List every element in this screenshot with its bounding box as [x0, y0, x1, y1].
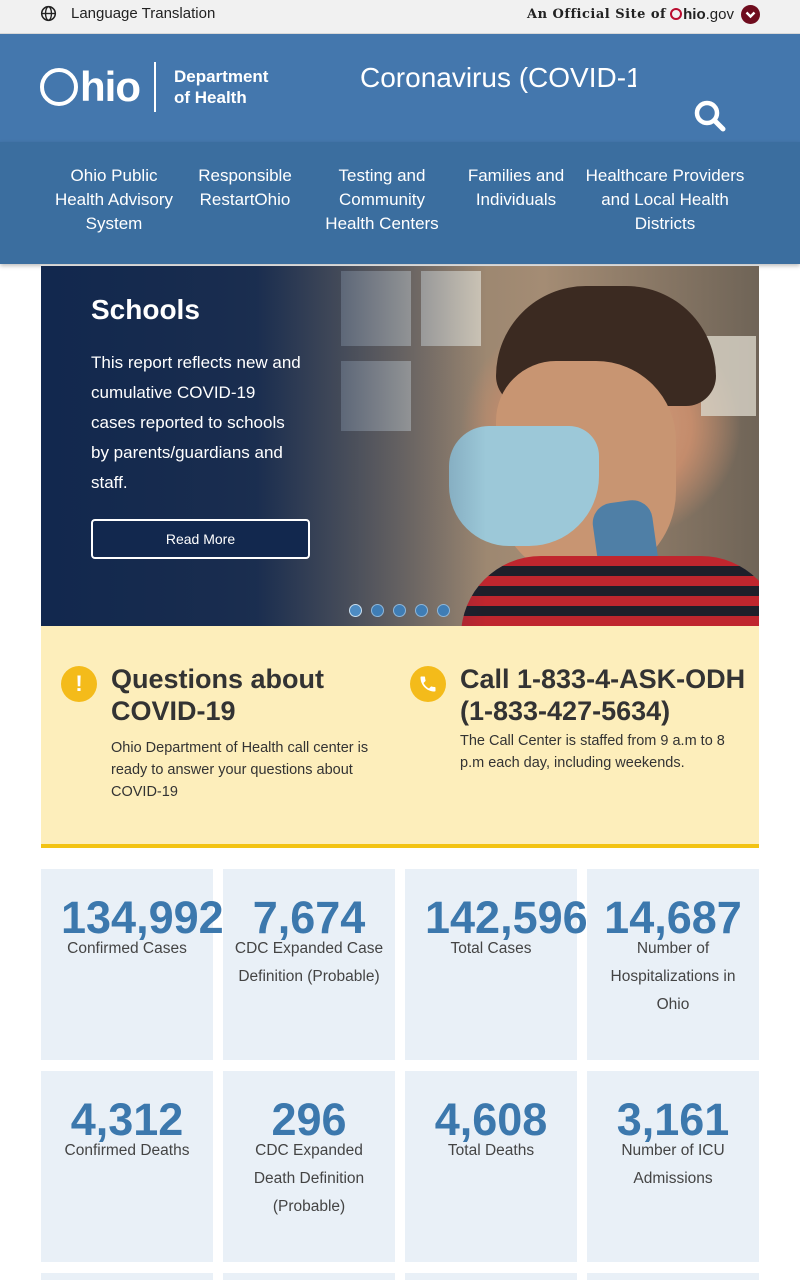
- stat-card-next-row: [405, 1273, 577, 1280]
- official-site-banner[interactable]: An Official Site of hio.gov: [527, 5, 760, 24]
- questions-body: Ohio Department of Health call center is…: [111, 740, 369, 800]
- stat-label: Total Cases: [450, 940, 532, 957]
- nav-item-testing-and-community-health-centers[interactable]: Testing and Community Health Centers: [317, 164, 447, 236]
- questions-title: Questions about COVID-19: [111, 664, 325, 726]
- top-utility-bar: Language Translation An Official Site of…: [0, 0, 800, 34]
- call-center-title[interactable]: Call 1-833-4-ASK-ODH (1-833-427-5634): [460, 663, 750, 727]
- stat-card-confirmed-deaths: 4,312 Confirmed Deaths: [41, 1071, 213, 1262]
- stat-label: Confirmed Deaths: [64, 1142, 190, 1159]
- carousel-dot-2[interactable]: [371, 604, 384, 617]
- department-of-health-wordmark: Department of Health: [173, 67, 269, 107]
- stat-card-total-deaths: 4,608 Total Deaths: [405, 1071, 577, 1262]
- stat-label: CDC Expanded Death Definition (Probable): [253, 1142, 365, 1215]
- stat-card-probable-deaths: 296 CDC Expanded Death Definition (Proba…: [223, 1071, 395, 1262]
- nav-item-families-and-individuals[interactable]: Families and Individuals: [466, 164, 566, 212]
- globe-icon: [40, 5, 57, 22]
- hero-carousel: Schools This report reflects new and cum…: [41, 266, 759, 626]
- stat-card-next-row: [41, 1273, 213, 1280]
- carousel-dot-4[interactable]: [415, 604, 428, 617]
- hero-description: This report reflects new and cumulative …: [91, 353, 301, 492]
- search-input[interactable]: Coronavirus (COVID-19): [360, 62, 636, 98]
- stat-card-icu-admissions: 3,161 Number of ICU Admissions: [587, 1071, 759, 1262]
- nav-item-healthcare-providers[interactable]: Healthcare Providers and Local Health Di…: [582, 164, 748, 236]
- exclamation-icon: !: [61, 666, 97, 702]
- stat-card-hospitalizations: 14,687 Number of Hospitalizations in Ohi…: [587, 869, 759, 1060]
- ohio-gov-logo: hio.gov: [670, 6, 734, 23]
- stat-label: Total Deaths: [447, 1142, 535, 1159]
- stat-label: CDC Expanded Case Definition (Probable): [234, 940, 384, 985]
- stat-card-next-row: [223, 1273, 395, 1280]
- read-more-button[interactable]: Read More: [91, 519, 310, 559]
- search-icon[interactable]: [692, 98, 728, 134]
- nav-item-ohio-public-health-advisory-system[interactable]: Ohio Public Health Advisory System: [48, 164, 180, 236]
- stat-card-next-row: [587, 1273, 759, 1280]
- questions-panel: ! Questions about COVID-19 Ohio Departme…: [41, 626, 759, 848]
- carousel-pagination: [349, 604, 459, 617]
- nav-item-responsible-restart-ohio[interactable]: Responsible RestartOhio: [190, 164, 300, 212]
- chevron-down-icon[interactable]: [741, 5, 760, 24]
- stat-card-confirmed-cases: 134,992 Confirmed Cases: [41, 869, 224, 1060]
- phone-icon: [410, 666, 446, 702]
- carousel-dot-1[interactable]: [349, 604, 362, 617]
- stat-card-probable-cases: 7,674 CDC Expanded Case Definition (Prob…: [223, 869, 395, 1060]
- language-translation-label: Language Translation: [71, 5, 216, 22]
- language-translation-link[interactable]: Language Translation: [40, 5, 215, 22]
- stat-label: Confirmed Cases: [67, 940, 187, 957]
- official-site-label: An Official Site of: [526, 7, 667, 22]
- stat-label: Number of Hospitalizations in Ohio: [610, 940, 736, 1013]
- call-center-body: The Call Center is staffed from 9 a.m to…: [460, 733, 725, 771]
- hero-title: Schools: [91, 294, 200, 325]
- main-navigation: Ohio Public Health Advisory System Respo…: [0, 142, 800, 264]
- ohio-wordmark: hio: [40, 63, 141, 111]
- carousel-dot-3[interactable]: [393, 604, 406, 617]
- carousel-dot-5[interactable]: [437, 604, 450, 617]
- stat-label: Number of ICU Admissions: [621, 1142, 725, 1187]
- odh-logo[interactable]: hio Department of Health: [40, 62, 268, 112]
- stat-card-total-cases: 142,596 Total Cases: [405, 869, 588, 1060]
- site-header: hio Department of Health Coronavirus (CO…: [0, 34, 800, 142]
